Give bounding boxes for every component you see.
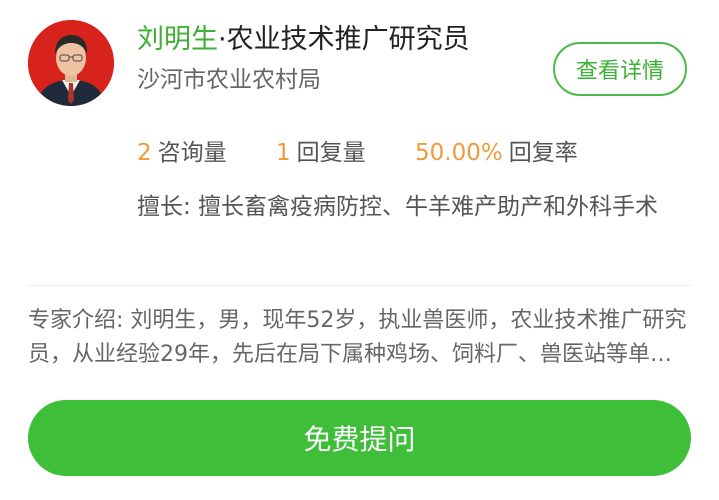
expert-heading: 刘明生·农业技术推广研究员: [137, 22, 470, 58]
divider: [28, 285, 691, 286]
expert-introduction: 专家介绍: 刘明生，男，现年52岁，执业兽医师，农业技术推广研究员，从业经验29…: [28, 308, 687, 367]
reply-rate-label: 回复率: [508, 140, 578, 166]
reply-count-value: 1: [276, 140, 291, 166]
expert-name: 刘明生: [137, 24, 218, 55]
consult-count-value: 2: [137, 140, 152, 166]
free-ask-button[interactable]: 免费提问: [28, 400, 691, 476]
view-details-button[interactable]: 查看详情: [553, 42, 687, 96]
specialty-text: 擅长: 擅长畜禽疫病防控、牛羊难产助产和外科手术: [137, 194, 659, 220]
reply-count-stat: 1 回复量: [276, 136, 366, 170]
reply-rate-value: 50.00%: [415, 140, 503, 166]
expert-title: ·农业技术推广研究员: [218, 24, 470, 55]
reply-count-label: 回复量: [296, 140, 366, 166]
consult-count-label: 咨询量: [157, 140, 227, 166]
portrait-image: [28, 20, 114, 106]
reply-rate-stat: 50.00% 回复率: [415, 136, 578, 170]
avatar: [28, 20, 114, 106]
consult-count-stat: 2 咨询量: [137, 136, 227, 170]
expert-organization: 沙河市农业农村局: [137, 67, 321, 93]
